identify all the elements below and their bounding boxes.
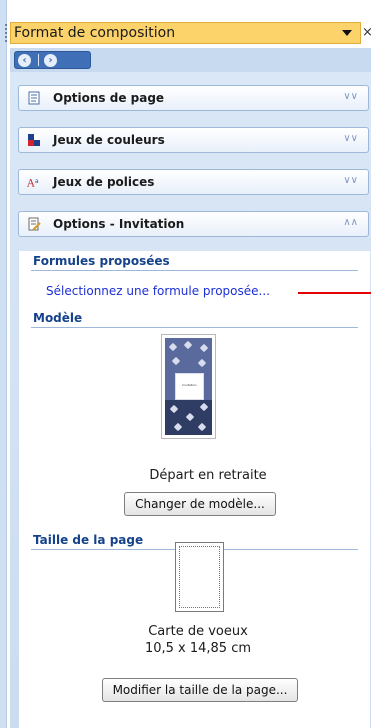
section-label: Options de page: [53, 91, 165, 105]
nav-separator: [38, 54, 39, 66]
snowflake-icon: [185, 412, 195, 422]
page-size-name: Carte de voeux: [148, 624, 248, 639]
section-jeux-de-polices[interactable]: A a Jeux de polices ∨∨: [18, 169, 369, 195]
chevron-up-icon[interactable]: ∧∧: [343, 216, 358, 230]
snowflake-icon: [168, 342, 178, 352]
svg-text:A: A: [27, 177, 35, 189]
back-arrow-icon[interactable]: ‹: [18, 54, 31, 67]
modele-divider: [31, 327, 358, 328]
nav-button-group: ‹ ›: [14, 51, 91, 69]
svg-text:a: a: [35, 178, 39, 185]
section-label: Jeux de couleurs: [53, 133, 165, 147]
dropdown-arrow-icon[interactable]: [342, 30, 352, 36]
pane-grip-handle[interactable]: [5, 24, 10, 42]
pane-title-dropdown[interactable]: Format de composition: [5, 22, 361, 44]
left-border: [0, 0, 7, 728]
color-scheme-icon: [28, 134, 40, 146]
chevron-down-icon[interactable]: ∨∨: [343, 90, 358, 104]
snowflake-icon: [169, 404, 179, 414]
font-scheme-icon: A a: [27, 177, 39, 189]
section-options-de-page[interactable]: Options de page ∨∨: [18, 85, 369, 111]
section-label: Jeux de polices: [53, 175, 155, 189]
snowflake-icon: [197, 422, 207, 432]
select-formula-link[interactable]: Sélectionnez une formule proposée...: [46, 284, 270, 298]
template-thumbnail[interactable]: Invitation: [161, 334, 216, 439]
annotation-line: [298, 292, 371, 294]
page-icon: [28, 91, 40, 105]
page-size-dimensions: 10,5 x 14,85 cm: [144, 641, 252, 656]
page-size-heading: Taille de la page: [33, 533, 144, 547]
page-size-preview: [175, 542, 224, 612]
snowflake-icon: [173, 422, 183, 432]
modele-heading: Modèle: [33, 311, 83, 325]
section-options-invitation[interactable]: Options - Invitation ∧∧: [18, 211, 369, 237]
snowflake-icon: [183, 340, 193, 350]
card-inner-text: Invitation: [175, 373, 204, 400]
invitation-options-icon: [28, 217, 41, 231]
template-caption: Départ en retraite: [149, 468, 267, 483]
snowflake-icon: [199, 343, 209, 353]
modify-page-size-button[interactable]: Modifier la taille de la page...: [102, 678, 298, 702]
change-template-button[interactable]: Changer de modèle...: [124, 492, 276, 516]
section-label: Options - Invitation: [53, 217, 185, 231]
card-bottom-band: [165, 400, 212, 435]
navigation-bar: ‹ ›: [10, 48, 371, 73]
formules-heading: Formules proposées: [33, 254, 170, 268]
close-icon[interactable]: ×: [362, 26, 371, 40]
formules-divider: [31, 270, 358, 271]
snowflake-icon: [171, 356, 181, 366]
chevron-down-icon[interactable]: ∨∨: [343, 174, 358, 188]
snowflake-icon: [197, 358, 207, 368]
forward-arrow-icon[interactable]: ›: [44, 54, 57, 67]
snowflake-icon: [199, 402, 209, 412]
pane-title: Format de composition: [14, 25, 176, 41]
invitation-card-preview: Invitation: [165, 338, 212, 435]
page-margin-guide: [179, 546, 220, 608]
section-jeux-de-couleurs[interactable]: Jeux de couleurs ∨∨: [18, 127, 369, 153]
chevron-down-icon[interactable]: ∨∨: [343, 132, 358, 146]
